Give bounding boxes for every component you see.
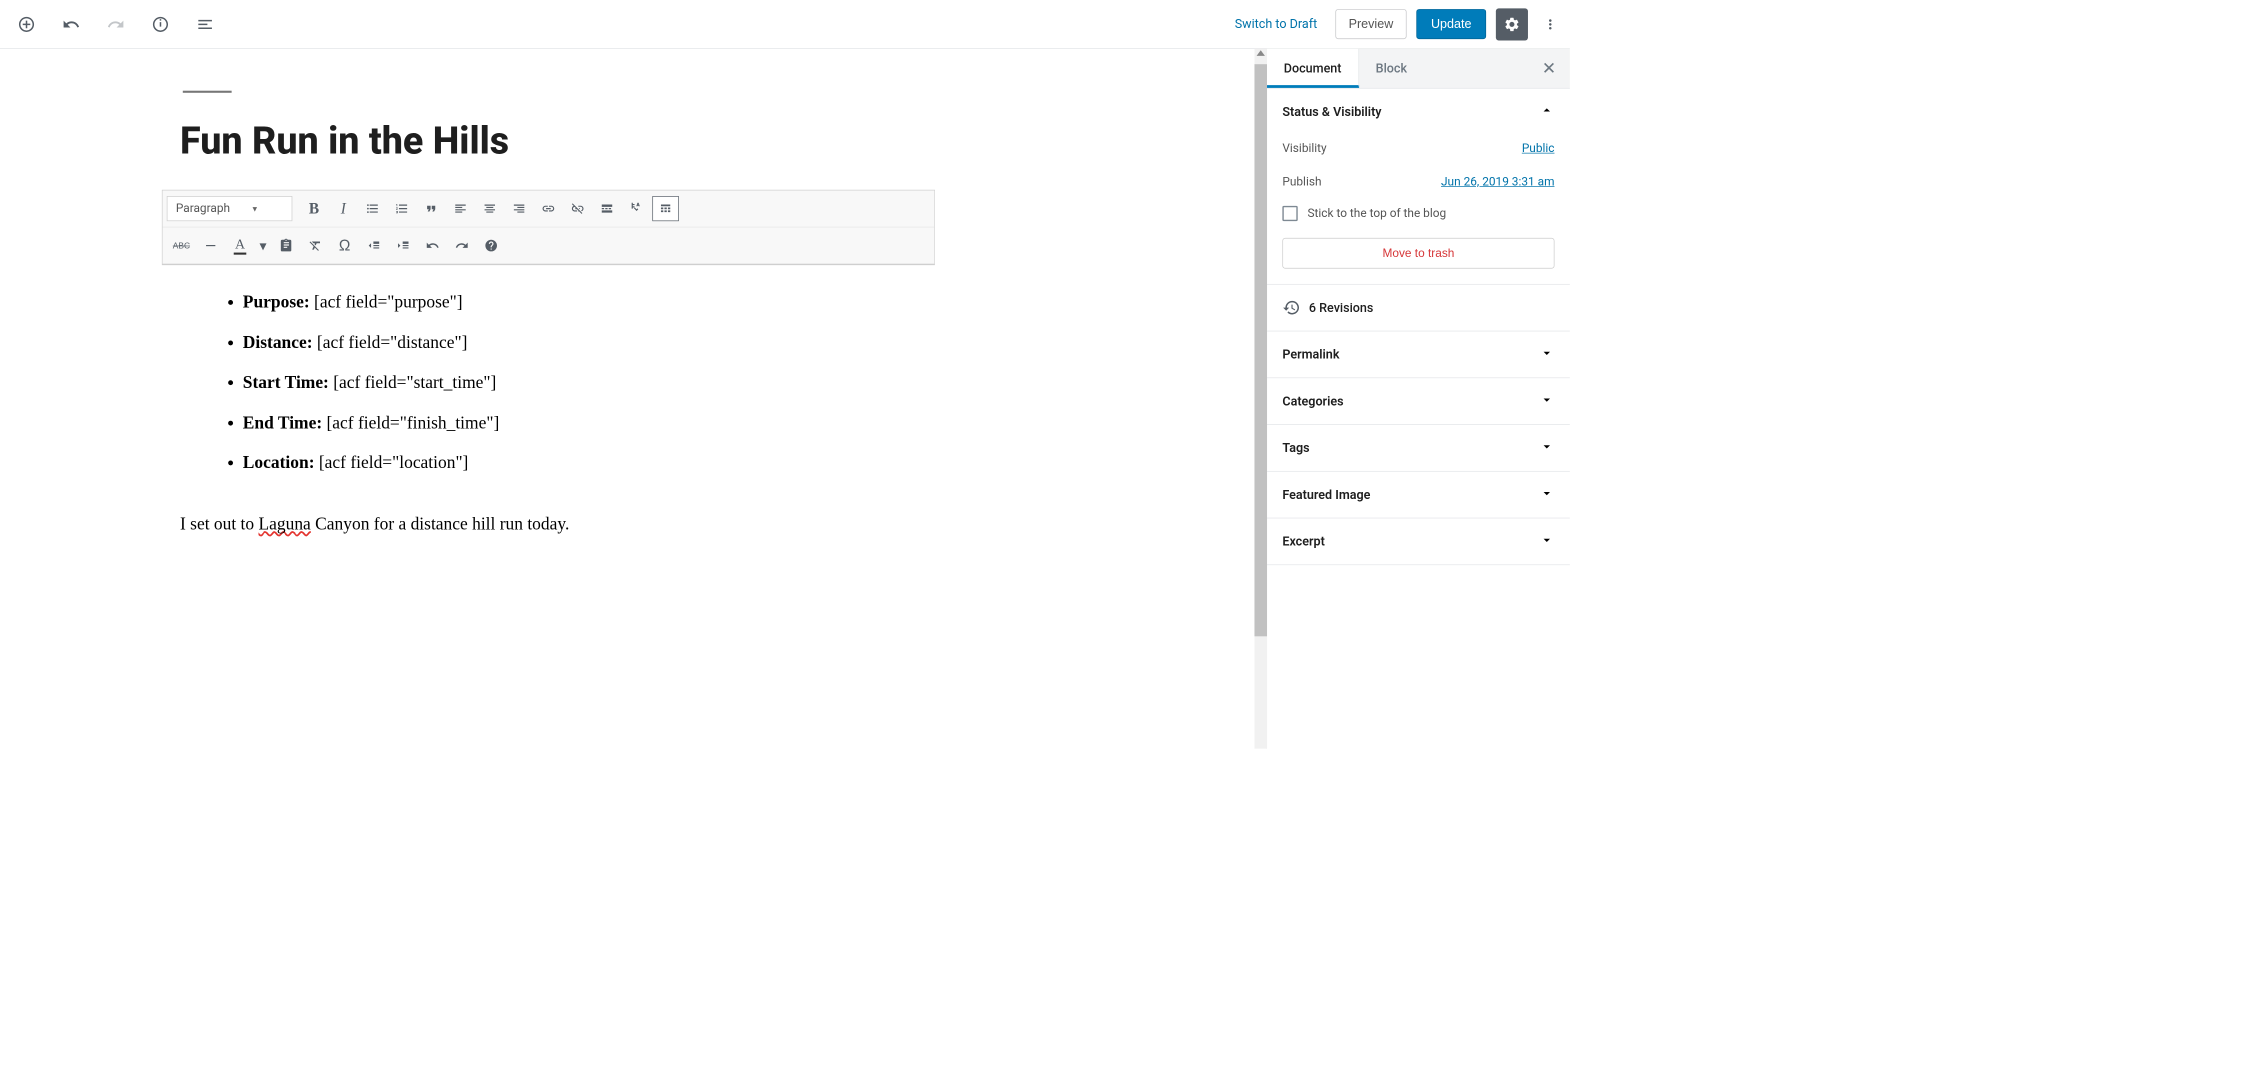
chevron-down-icon [1539,532,1554,550]
editor-area: Fun Run in the Hills Paragraph ▼ B I [0,49,1266,749]
chevron-down-icon [1539,439,1554,457]
italic-button[interactable]: I [330,196,357,221]
clear-formatting-button[interactable] [302,233,329,258]
list-item: End Time: [acf field="finish_time"] [243,407,920,440]
stick-checkbox[interactable] [1282,206,1297,221]
settings-toggle-button[interactable] [1496,8,1528,40]
toolbar-toggle-button[interactable] [652,196,679,221]
stick-row: Stick to the top of the blog [1282,202,1554,238]
sidebar-close-button[interactable]: ✕ [1528,49,1570,88]
list-item: Location: [acf field="location"] [243,447,920,480]
panel-status-visibility: Status & Visibility Visibility Public Pu… [1267,89,1570,285]
panel-header-permalink[interactable]: Permalink [1267,331,1570,377]
gear-icon [1504,16,1521,33]
settings-sidebar: Document Block ✕ Status & Visibility Vis… [1266,49,1569,749]
post-title[interactable]: Fun Run in the Hills [180,121,920,162]
link-button[interactable] [535,196,562,221]
panel-tags: Tags [1267,425,1570,472]
format-select[interactable]: Paragraph ▼ [167,196,293,221]
title-decoration-rule [183,91,232,93]
preview-button[interactable]: Preview [1335,9,1406,39]
redo-button[interactable] [103,12,128,37]
align-center-button[interactable] [477,196,504,221]
scrollbar-thumb[interactable] [1254,64,1267,636]
top-toolbar: Switch to Draft Preview Update [0,0,1570,49]
align-left-button[interactable] [447,196,474,221]
classic-editor-block[interactable]: Paragraph ▼ B I [162,190,935,265]
undo-button[interactable] [59,12,84,37]
update-button[interactable]: Update [1416,9,1486,39]
post-title-block[interactable]: Fun Run in the Hills [180,91,920,162]
panel-header-categories[interactable]: Categories [1267,378,1570,424]
indent-button[interactable] [390,233,417,258]
bold-button[interactable]: B [301,196,328,221]
bullet-list-button[interactable] [359,196,386,221]
spelling-error[interactable]: Laguna [258,515,310,534]
history-icon [1282,299,1300,317]
panel-header-status[interactable]: Status & Visibility [1267,89,1570,135]
outdent-button[interactable] [361,233,388,258]
blockquote-button[interactable] [418,196,445,221]
align-right-button[interactable] [506,196,533,221]
special-char-button[interactable]: Ω [331,233,358,258]
content-body[interactable]: Purpose: [acf field="purpose"] Distance:… [180,265,920,541]
panel-excerpt: Excerpt [1267,518,1570,565]
publish-date-link[interactable]: Jun 26, 2019 3:31 am [1441,175,1554,189]
body-paragraph[interactable]: I set out to Laguna Canyon for a distanc… [180,508,920,541]
insert-more-button[interactable] [594,196,621,221]
toolbar-right: Switch to Draft Preview Update [1235,8,1563,40]
paste-text-button[interactable] [273,233,300,258]
panel-featured-image: Featured Image [1267,472,1570,519]
sidebar-tabs: Document Block ✕ [1267,49,1570,89]
toolbar-left [14,12,218,37]
chevron-up-icon [1539,103,1554,121]
scrollbar[interactable] [1254,49,1267,749]
panel-permalink: Permalink [1267,331,1570,378]
numbered-list-button[interactable] [389,196,416,221]
list-item: Distance: [acf field="distance"] [243,326,920,359]
move-to-trash-button[interactable]: Move to trash [1282,238,1554,269]
publish-row: Publish Jun 26, 2019 3:31 am [1282,168,1554,201]
mce-toolbar-row1: Paragraph ▼ B I [163,191,935,228]
panel-header-featured[interactable]: Featured Image [1267,472,1570,518]
tab-block[interactable]: Block [1359,49,1424,88]
redo-mce-button[interactable] [449,233,476,258]
chevron-down-icon [1539,392,1554,410]
switch-to-draft-link[interactable]: Switch to Draft [1235,17,1317,32]
list-item: Purpose: [acf field="purpose"] [243,286,920,319]
chevron-down-icon [1539,486,1554,504]
visibility-link[interactable]: Public [1522,142,1555,156]
text-color-button[interactable]: A [227,233,254,258]
more-options-button[interactable] [1538,8,1563,40]
mce-toolbar-row2: ABC A ▾ Ω [163,228,935,265]
unlink-button[interactable] [564,196,591,221]
add-block-button[interactable] [14,12,39,37]
tab-document[interactable]: Document [1267,49,1359,88]
strikethrough-button[interactable]: ABC [168,233,195,258]
hr-button[interactable] [197,233,224,258]
acf-list[interactable]: Purpose: [acf field="purpose"] Distance:… [243,286,920,480]
undo-mce-button[interactable] [419,233,446,258]
visibility-row: Visibility Public [1282,135,1554,168]
chevron-down-icon [1539,345,1554,363]
kebab-icon [1543,16,1558,31]
scroll-arrow-up-icon[interactable] [1257,50,1265,56]
panel-header-excerpt[interactable]: Excerpt [1267,518,1570,564]
content-info-button[interactable] [148,12,173,37]
panel-header-tags[interactable]: Tags [1267,425,1570,471]
spellcheck-button[interactable] [623,196,650,221]
block-nav-button[interactable] [193,12,218,37]
chevron-down-icon: ▼ [251,204,259,213]
help-button[interactable] [478,233,505,258]
list-item: Start Time: [acf field="start_time"] [243,367,920,400]
panel-revisions[interactable]: 6 Revisions [1267,285,1570,332]
panel-categories: Categories [1267,378,1570,425]
text-color-dropdown[interactable]: ▾ [256,233,270,258]
